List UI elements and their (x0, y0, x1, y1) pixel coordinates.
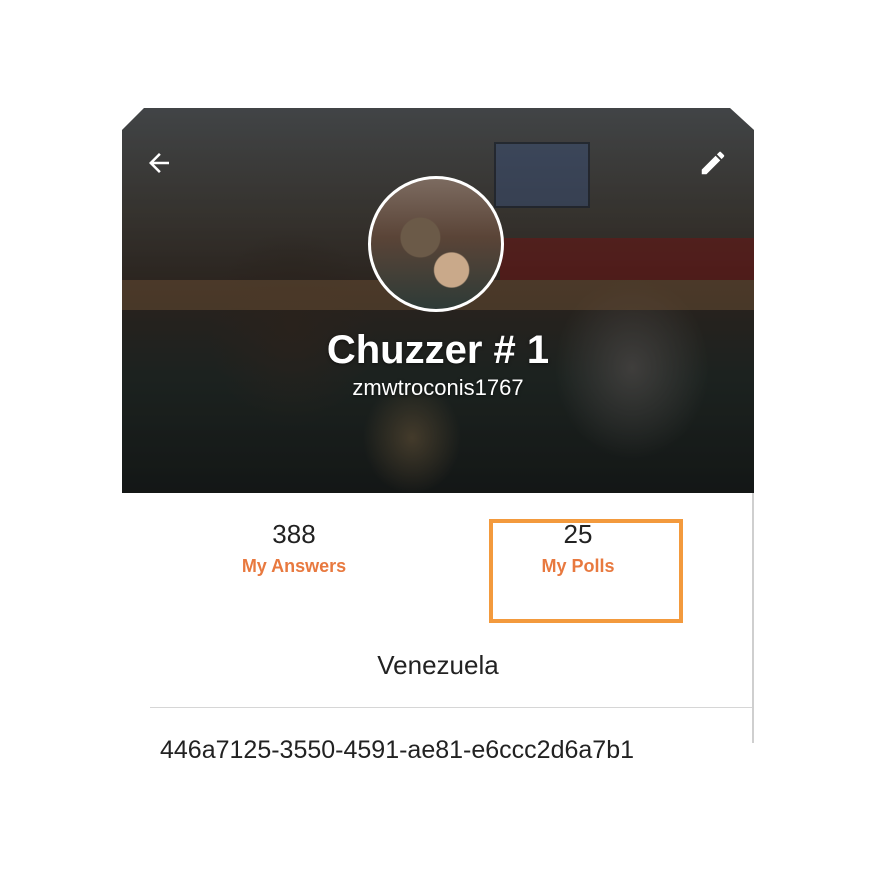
my-answers-stat[interactable]: 388 My Answers (194, 518, 394, 578)
answers-count: 388 (272, 519, 316, 549)
avatar[interactable] (368, 176, 504, 312)
answers-label: My Answers (241, 556, 347, 576)
card-edge-line (752, 493, 754, 743)
arrow-left-icon[interactable] (144, 148, 174, 178)
profile-card: Chuzzer # 1 zmwtroconis1767 388 My Answe… (122, 108, 754, 764)
user-id-text: 446a7125-3550-4591-ae81-e6ccc2d6a7b1 (160, 736, 635, 764)
profile-username: zmwtroconis1767 (352, 375, 524, 400)
profile-name: Chuzzer # 1 (326, 328, 550, 372)
country-text: Venezuela (377, 650, 499, 680)
divider (150, 707, 754, 708)
pencil-icon[interactable] (698, 148, 728, 178)
profile-header: Chuzzer # 1 zmwtroconis1767 (122, 108, 754, 493)
polls-highlight-box (489, 519, 683, 623)
